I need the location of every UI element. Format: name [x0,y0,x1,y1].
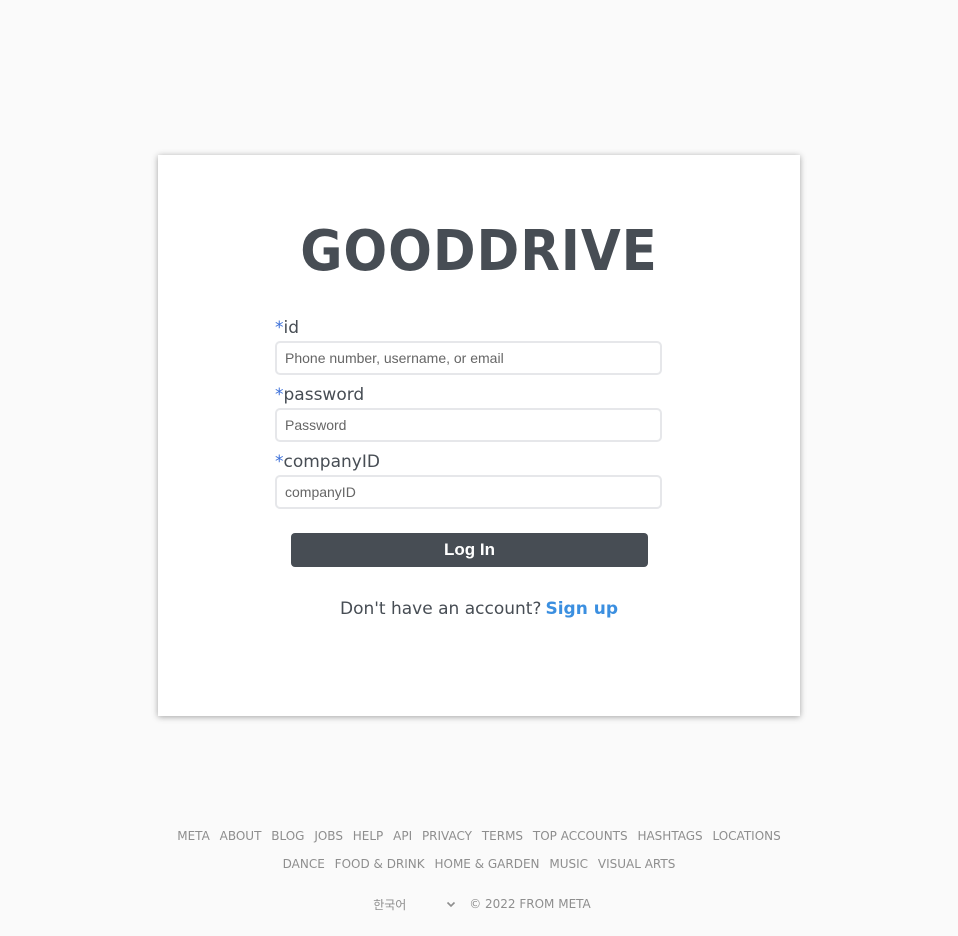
login-page: GOODDRIVE *id *password *companyID Log I… [0,0,958,936]
footer-link-locations[interactable]: LOCATIONS [712,829,780,843]
copyright: © 2022 FROM META [469,897,591,911]
password-label-text: password [283,385,365,405]
footer-links-row-2: DANCE FOOD & DRINK HOME & GARDEN MUSIC V… [0,854,958,882]
brand-logo: GOODDRIVE [300,219,658,284]
footer-link-privacy[interactable]: PRIVACY [422,829,472,843]
footer-link-visual-arts[interactable]: VISUAL ARTS [598,857,675,871]
signup-row: Don't have an account? Sign up [158,599,800,619]
footer-link-meta[interactable]: META [177,829,210,843]
language-select[interactable]: 한국어 [367,893,463,915]
signup-link[interactable]: Sign up [545,599,618,619]
login-button[interactable]: Log In [291,533,648,567]
footer-bottom: 한국어 © 2022 FROM META [0,893,958,915]
company-id-label: *companyID [275,449,662,475]
footer-link-terms[interactable]: TERMS [482,829,523,843]
footer-link-hashtags[interactable]: HASHTAGS [637,829,702,843]
company-id-input[interactable] [275,475,662,509]
password-input[interactable] [275,408,662,442]
language-value: 한국어 [373,897,407,912]
required-mark: * [275,452,284,472]
footer-link-blog[interactable]: BLOG [271,829,304,843]
footer-link-help[interactable]: HELP [353,829,384,843]
footer-link-music[interactable]: MUSIC [549,857,588,871]
footer-link-food-drink[interactable]: FOOD & DRINK [335,857,425,871]
footer-link-dance[interactable]: DANCE [283,857,325,871]
id-label: *id [275,315,662,341]
signup-prompt: Don't have an account? [339,599,542,619]
id-input[interactable] [275,341,662,375]
login-card: GOODDRIVE *id *password *companyID Log I… [158,155,800,716]
login-form: *id *password *companyID [275,315,662,516]
required-mark: * [275,318,284,338]
footer-link-top-accounts[interactable]: TOP ACCOUNTS [533,829,628,843]
footer-link-about[interactable]: ABOUT [220,829,262,843]
chevron-down-icon [447,901,456,908]
password-label: *password [275,382,662,408]
footer-link-jobs[interactable]: JOBS [314,829,343,843]
id-label-text: id [283,318,300,338]
footer-link-home-garden[interactable]: HOME & GARDEN [434,857,539,871]
footer-link-api[interactable]: API [393,829,412,843]
required-mark: * [275,385,284,405]
company-id-label-text: companyID [283,452,380,472]
footer: META ABOUT BLOG JOBS HELP API PRIVACY TE… [0,826,958,915]
footer-links-row-1: META ABOUT BLOG JOBS HELP API PRIVACY TE… [0,826,958,854]
